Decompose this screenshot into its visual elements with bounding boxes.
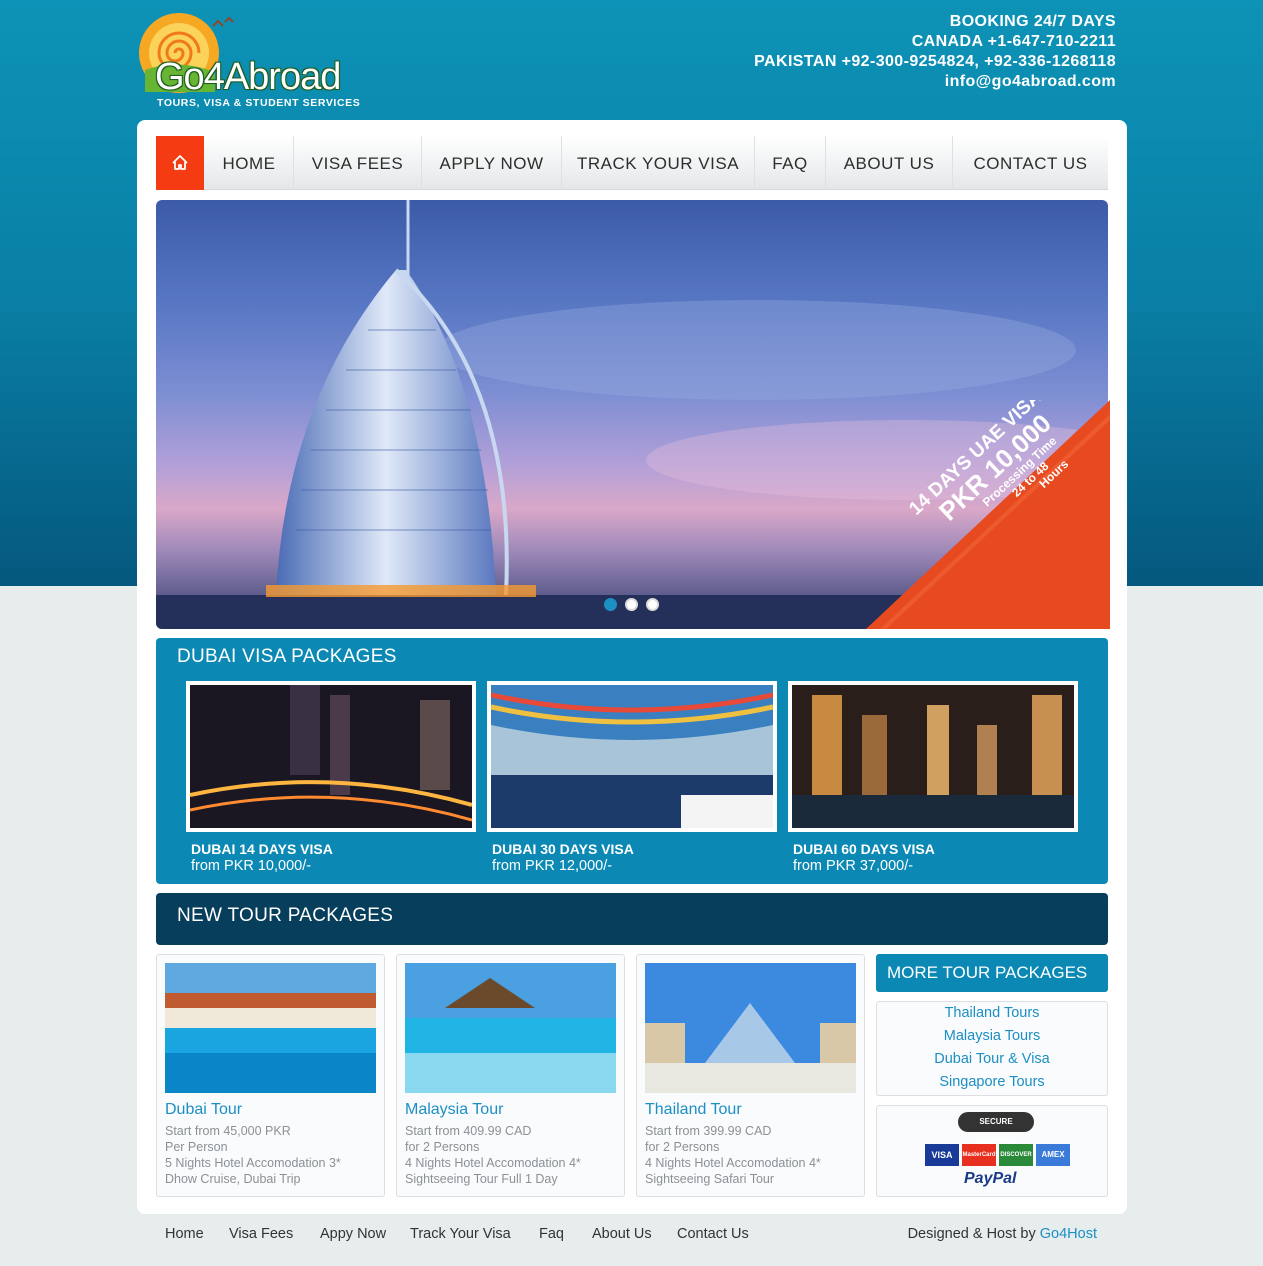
uae-visa-offer-badge[interactable]: 14 DAYS UAE VISA PKR 10,000 Processing T… [866, 400, 1110, 629]
dubai-tour-persons: Per Person [165, 1140, 228, 1154]
dubai-14-days-title[interactable]: DUBAI 14 DAYS VISA [191, 841, 333, 857]
contact-email[interactable]: info@go4abroad.com [754, 72, 1116, 92]
malaysia-tour-title[interactable]: Malaysia Tour [405, 1101, 503, 1119]
dubai-tour-image[interactable] [165, 963, 376, 1093]
dubai-30-days-title[interactable]: DUBAI 30 DAYS VISA [492, 841, 634, 857]
new-tour-packages-title: NEW TOUR PACKAGES [177, 905, 394, 926]
more-tour-packages-title: MORE TOUR PACKAGES [887, 963, 1088, 982]
footer-link-faq[interactable]: Faq [539, 1226, 564, 1242]
footer-link-apply-now[interactable]: Appy Now [320, 1226, 386, 1242]
link-thailand-tours[interactable]: Thailand Tours [876, 1005, 1108, 1021]
canada-phone: CANADA +1-647-710-2211 [911, 33, 1116, 50]
thailand-tour-title[interactable]: Thailand Tour [645, 1101, 742, 1119]
dubai-14-days-image[interactable] [186, 681, 476, 832]
dubai-30-days-image[interactable] [487, 681, 777, 832]
dubai-60-days-image[interactable] [788, 681, 1078, 832]
footer-link-visa-fees[interactable]: Visa Fees [229, 1226, 293, 1242]
footer-link-contact-us[interactable]: Contact Us [677, 1226, 749, 1242]
malaysia-tour-extra: Sightseeing Tour Full 1 Day [405, 1172, 558, 1186]
link-malaysia-tours[interactable]: Malaysia Tours [876, 1028, 1108, 1044]
booking-text: BOOKING 24/7 DAYS [949, 13, 1116, 30]
dubai-60-days-title[interactable]: DUBAI 60 DAYS VISA [793, 841, 935, 857]
nav-apply-now[interactable]: APPLY NOW [422, 136, 561, 190]
link-dubai-tour-visa[interactable]: Dubai Tour & Visa [876, 1051, 1108, 1067]
nav-faq[interactable]: FAQ [755, 136, 825, 190]
dubai-tour-title[interactable]: Dubai Tour [165, 1101, 242, 1119]
dubai-tour-hotel: 5 Nights Hotel Accomodation 3* [165, 1156, 341, 1170]
malaysia-tour-image[interactable] [405, 963, 616, 1093]
brand-tagline: TOURS, VISA & STUDENT SERVICES [157, 97, 361, 109]
dubai-14-days-price: from PKR 10,000/- [191, 858, 312, 874]
dubai-30-days-price: from PKR 12,000/- [492, 858, 613, 874]
footer-link-home[interactable]: Home [165, 1226, 204, 1242]
thailand-tour-persons: for 2 Persons [645, 1140, 720, 1154]
link-singapore-tours[interactable]: Singapore Tours [876, 1074, 1108, 1090]
discover-card-icon: DISCOVER [999, 1144, 1033, 1166]
thailand-tour-extra: Sightseeing Safari Tour [645, 1172, 775, 1186]
credit-link[interactable]: Go4Host [1040, 1226, 1097, 1242]
malaysia-tour-persons: for 2 Persons [405, 1140, 480, 1154]
amex-card-icon: AMEX [1036, 1144, 1070, 1166]
slider-dot[interactable] [625, 598, 638, 611]
mastercard-icon: MasterCard [962, 1144, 996, 1166]
malaysia-tour-price: Start from 409.99 CAD [405, 1124, 532, 1138]
slider-dot-active[interactable] [604, 598, 617, 611]
thailand-tour-image[interactable] [645, 963, 856, 1093]
slider-dot[interactable] [646, 598, 659, 611]
nav-home[interactable]: HOME [204, 136, 294, 190]
footer-link-about-us[interactable]: About Us [592, 1226, 652, 1242]
credit-text: Designed & Host by [907, 1226, 1040, 1242]
paypal-logo: PayPal [964, 1170, 1017, 1187]
footer-credit: Designed & Host by Go4Host [908, 1226, 1097, 1242]
secure-shopping-seal: SECURE SHOPPING [958, 1112, 1034, 1146]
brand-name: Go4Abroad [155, 56, 341, 98]
contact-info: BOOKING 24/7 DAYS CANADA +1-647-710-2211… [754, 12, 1116, 92]
nav-home-button[interactable] [156, 136, 204, 190]
thailand-tour-hotel: 4 Nights Hotel Accomodation 4* [645, 1156, 821, 1170]
thailand-tour-price: Start from 399.99 CAD [645, 1124, 772, 1138]
nav-visa-fees[interactable]: VISA FEES [294, 136, 421, 190]
dubai-tour-extra: Dhow Cruise, Dubai Trip [165, 1172, 301, 1186]
malaysia-tour-hotel: 4 Nights Hotel Accomodation 4* [405, 1156, 581, 1170]
nav-contact-us[interactable]: CONTACT US [953, 136, 1108, 190]
dubai-tour-price: Start from 45,000 PKR [165, 1124, 291, 1138]
home-icon [172, 155, 188, 170]
pakistan-phone: PAKISTAN +92-300-9254824, +92-336-126811… [754, 53, 1116, 70]
visa-card-icon: VISA [925, 1144, 959, 1166]
dubai-60-days-price: from PKR 37,000/- [793, 858, 914, 874]
nav-about-us[interactable]: ABOUT US [826, 136, 952, 190]
footer-link-track-visa[interactable]: Track Your Visa [410, 1226, 511, 1242]
dubai-packages-title: DUBAI VISA PACKAGES [177, 646, 397, 667]
nav-track-visa[interactable]: TRACK YOUR VISA [562, 136, 754, 190]
